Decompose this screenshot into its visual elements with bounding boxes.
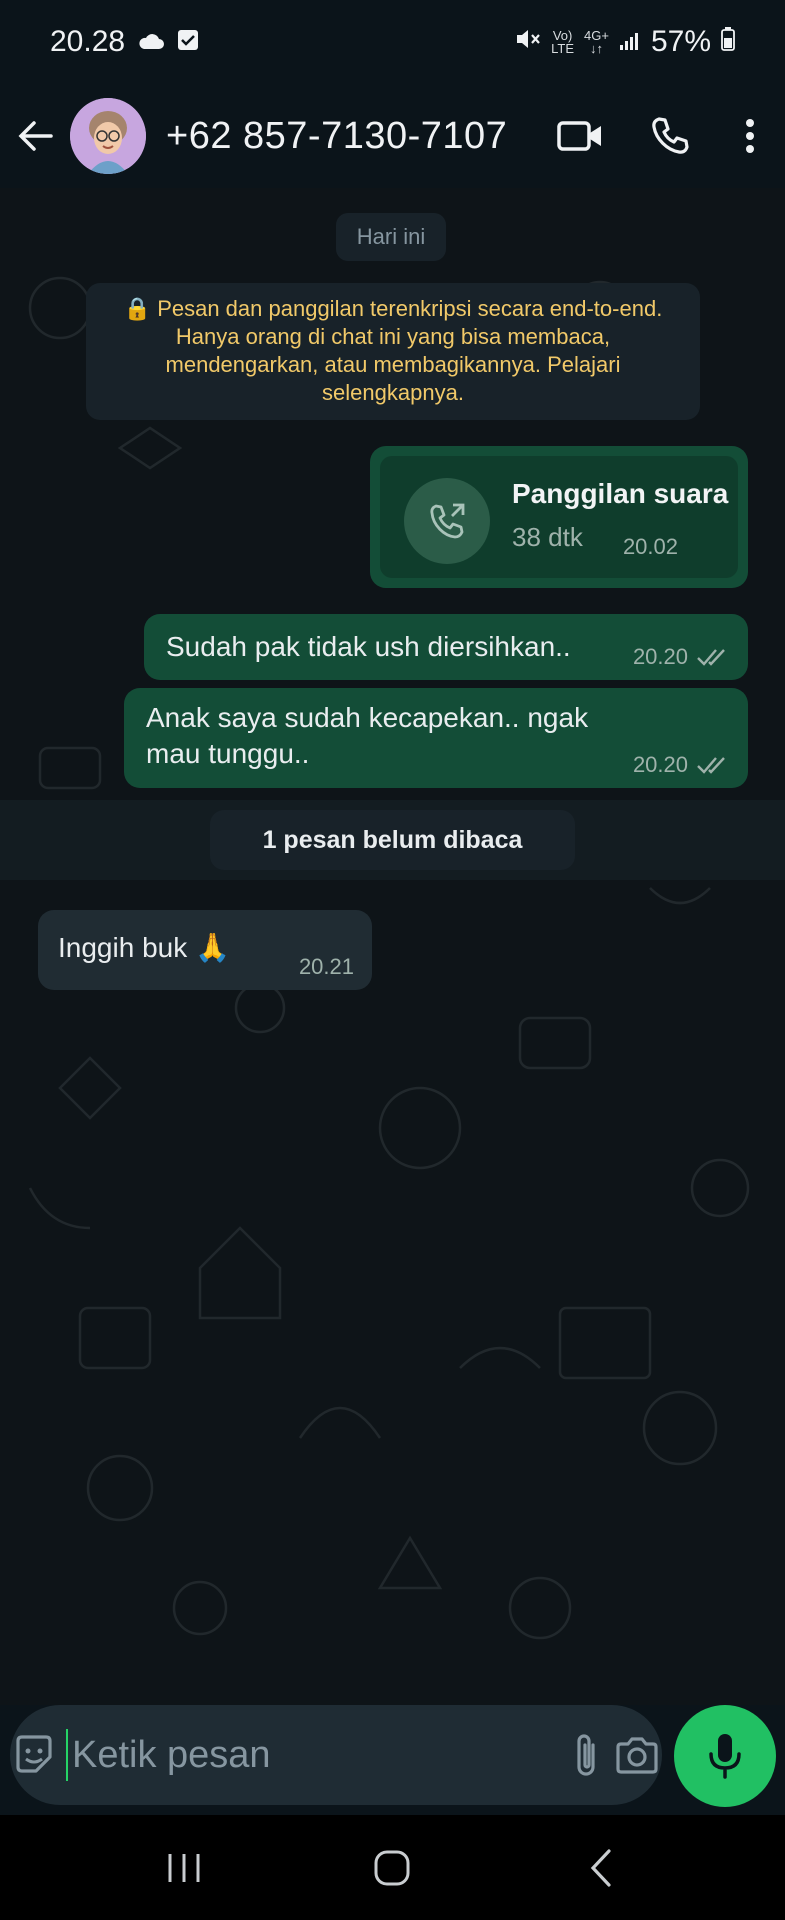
avatar[interactable]	[70, 98, 146, 174]
sticker-icon	[16, 1735, 52, 1773]
sticker-button[interactable]	[10, 1705, 58, 1805]
chat-header: +62 857-7130-7107	[0, 84, 785, 188]
arrow-left-icon	[18, 121, 53, 151]
outgoing-message[interactable]: Anak saya sudah kecapekan.. ngak mau tun…	[124, 688, 748, 788]
voice-call-button[interactable]	[625, 84, 715, 188]
voice-record-button[interactable]	[674, 1705, 776, 1807]
message-text: Anak saya sudah kecapekan.. ngak mau tun…	[146, 702, 589, 769]
status-time: 20.28	[50, 25, 126, 58]
message-meta: 20.20	[633, 752, 730, 778]
message-text: Sudah pak tidak ush diersihkan..	[166, 631, 571, 662]
message-time: 20.20	[632, 644, 688, 669]
encryption-notice[interactable]: 🔒 Pesan dan panggilan terenkripsi secara…	[86, 283, 700, 420]
battery-percent: 57%	[650, 25, 711, 58]
video-call-button[interactable]	[535, 84, 625, 188]
camera-button[interactable]	[611, 1705, 662, 1805]
signal-icon	[619, 25, 641, 59]
check-box-icon	[177, 25, 199, 59]
microphone-icon	[709, 1734, 741, 1779]
volte-bottom-label: LTE	[551, 41, 575, 56]
cloud-icon	[137, 25, 165, 59]
unread-label: 1 pesan belum dibaca	[210, 810, 575, 870]
date-chip: Hari ini	[336, 213, 446, 261]
camera-icon	[616, 1737, 658, 1774]
more-options-button[interactable]	[715, 84, 785, 188]
network-indicator: 4G+ ↓↑	[584, 29, 609, 55]
call-duration: 38 dtk	[512, 522, 583, 552]
outgoing-message[interactable]: Sudah pak tidak ush diersihkan.. 20.20	[144, 614, 748, 680]
contact-name[interactable]: +62 857-7130-7107	[166, 115, 535, 158]
message-time: 20.21	[298, 954, 354, 979]
outgoing-call-icon	[404, 478, 490, 564]
message-composer	[10, 1705, 662, 1805]
home-icon	[374, 1850, 410, 1885]
battery-icon	[721, 25, 735, 59]
paperclip-icon	[577, 1734, 595, 1776]
volte-indicator: Vo) LTE	[551, 29, 574, 55]
recent-apps-icon	[168, 1853, 200, 1882]
call-log-bubble[interactable]: Panggilan suara 38 dtk 20.02	[370, 446, 748, 588]
double-check-icon	[697, 649, 725, 666]
back-button[interactable]	[0, 84, 70, 188]
phone-icon	[652, 117, 689, 154]
status-bar: 20.28 Vo) LTE 4G+ ↓↑ 57%	[0, 0, 785, 84]
message-meta: 20.21	[299, 954, 354, 980]
video-camera-icon	[557, 121, 601, 151]
data-arrows-icon: ↓↑	[589, 41, 603, 56]
attach-button[interactable]	[561, 1705, 612, 1805]
call-title: Panggilan suara	[512, 478, 729, 509]
double-check-icon	[697, 757, 725, 774]
message-time: 20.20	[632, 752, 688, 777]
recent-apps-button[interactable]	[124, 1815, 244, 1920]
message-input[interactable]	[67, 1725, 561, 1785]
call-log-card[interactable]: Panggilan suara 38 dtk 20.02	[380, 456, 738, 578]
message-text: Inggih buk 🙏	[58, 932, 230, 963]
chevron-left-icon	[590, 1848, 611, 1887]
message-meta: 20.20	[633, 644, 730, 670]
home-button[interactable]	[332, 1815, 452, 1920]
incoming-message[interactable]: Inggih buk 🙏 20.21	[38, 910, 372, 990]
call-time: 20.02	[622, 534, 678, 559]
kebab-menu-icon	[746, 119, 754, 153]
mute-icon	[515, 25, 541, 59]
back-nav-button[interactable]	[541, 1815, 661, 1920]
system-nav-bar	[0, 1815, 785, 1920]
chat-area[interactable]: Hari ini 🔒 Pesan dan panggilan terenkrip…	[0, 188, 785, 1705]
